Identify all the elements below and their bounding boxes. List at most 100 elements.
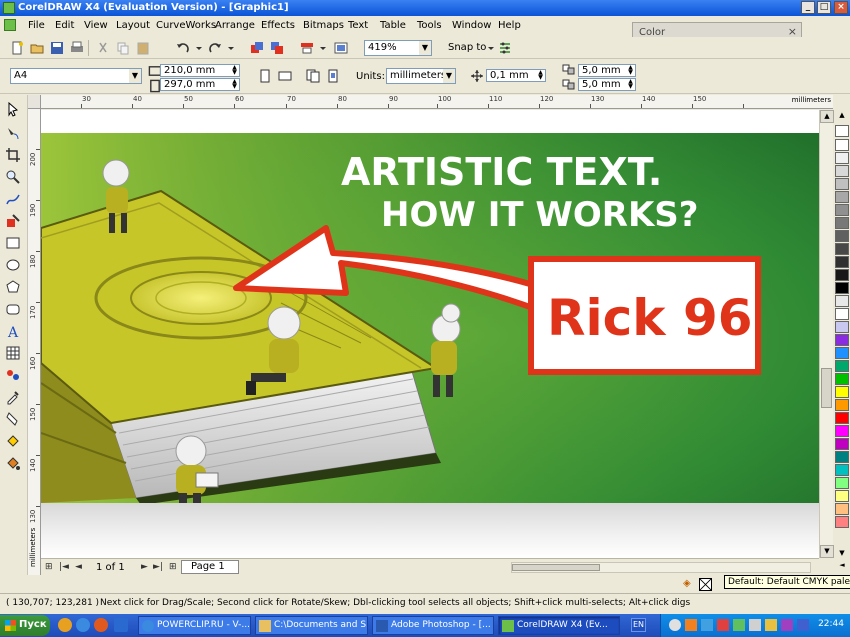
polygon-tool-icon[interactable] <box>5 279 21 295</box>
units-combo[interactable]: millimeters ▼ <box>386 68 456 84</box>
options-icon[interactable] <box>498 41 512 55</box>
current-page-icon[interactable] <box>326 69 340 83</box>
portrait-icon[interactable] <box>258 69 272 83</box>
quicklaunch-icon[interactable] <box>58 618 72 632</box>
palette-swatch[interactable] <box>835 282 849 294</box>
redo-dropdown-icon[interactable] <box>224 41 234 55</box>
task-powerclip[interactable]: POWERCLIP.RU - V-... <box>138 616 251 635</box>
palette-swatch[interactable] <box>835 256 849 268</box>
menu-layout[interactable]: Layout <box>116 20 150 31</box>
print-icon[interactable] <box>70 41 84 55</box>
signature-text[interactable]: Rick 96 <box>547 289 753 347</box>
page-tab[interactable]: Page 1 <box>181 560 239 574</box>
fill-color-indicator[interactable] <box>699 578 712 591</box>
duplicate-y-field[interactable]: 5,0 mm ▲ ▼ <box>578 78 636 91</box>
redo-icon[interactable] <box>208 41 222 55</box>
palette-swatch[interactable] <box>835 295 849 307</box>
palette-swatch[interactable] <box>835 152 849 164</box>
shape-tool-icon[interactable] <box>5 125 21 141</box>
no-color-swatch[interactable] <box>835 125 849 137</box>
tray-icon[interactable] <box>765 619 777 631</box>
next-page-icon[interactable]: ► <box>141 562 148 572</box>
language-indicator[interactable]: EN <box>631 618 646 632</box>
tray-icon[interactable] <box>717 619 729 631</box>
palette-swatch[interactable] <box>835 373 849 385</box>
menu-window[interactable]: Window <box>452 20 491 31</box>
previous-page-icon[interactable]: ◄ <box>75 562 82 572</box>
interactive-blend-tool-icon[interactable] <box>5 367 21 383</box>
spinner-icon[interactable]: ▲ ▼ <box>536 70 545 81</box>
tray-icon[interactable] <box>685 619 697 631</box>
basic-shapes-tool-icon[interactable] <box>5 301 21 317</box>
snap-to-label[interactable]: Snap to <box>448 42 486 53</box>
task-photoshop[interactable]: Adobe Photoshop - [... <box>372 616 494 635</box>
palette-swatch[interactable] <box>835 516 849 528</box>
chevron-down-icon[interactable]: ▼ <box>443 69 455 83</box>
ellipse-tool-icon[interactable] <box>5 257 21 273</box>
last-page-icon[interactable]: ►| <box>153 562 163 572</box>
landscape-icon[interactable] <box>278 69 292 83</box>
drawing-canvas[interactable]: ARTISTIC TEXT. HOW IT WORKS? Rick 96 <box>41 110 819 558</box>
new-document-icon[interactable] <box>10 41 24 55</box>
document-icon[interactable] <box>4 19 16 31</box>
eyedropper-tool-icon[interactable] <box>5 389 21 405</box>
menu-text[interactable]: Text <box>348 20 368 31</box>
coreldraw-app-icon[interactable] <box>3 2 15 14</box>
tray-icon[interactable] <box>669 619 681 631</box>
scroll-thumb[interactable] <box>821 368 832 408</box>
rectangle-tool-icon[interactable] <box>5 235 21 251</box>
palette-swatch[interactable] <box>835 321 849 333</box>
fill-tool-icon[interactable] <box>5 433 21 449</box>
palette-scroll-up-icon[interactable]: ▲ <box>835 111 849 123</box>
open-icon[interactable] <box>30 41 44 55</box>
task-coreldraw[interactable]: CorelDRAW X4 (Ev... <box>498 616 620 635</box>
welcome-screen-icon[interactable] <box>334 41 348 55</box>
freehand-tool-icon[interactable] <box>5 191 21 207</box>
palette-swatch[interactable] <box>835 451 849 463</box>
snap-dropdown-icon[interactable] <box>484 41 494 55</box>
maximize-button[interactable]: □ <box>817 1 831 14</box>
palette-swatch[interactable] <box>835 230 849 242</box>
palette-swatch[interactable] <box>835 464 849 476</box>
horizontal-scrollbar[interactable] <box>511 562 811 573</box>
palette-swatch[interactable] <box>835 399 849 411</box>
menu-tools[interactable]: Tools <box>417 20 442 31</box>
palette-expand-icon[interactable]: ◄ <box>835 561 849 573</box>
menu-edit[interactable]: Edit <box>55 20 74 31</box>
cut-icon[interactable] <box>96 41 110 55</box>
spinner-icon[interactable]: ▲ ▼ <box>626 79 635 90</box>
outline-tool-icon[interactable] <box>5 411 21 427</box>
menu-effects[interactable]: Effects <box>261 20 295 31</box>
palette-swatch[interactable] <box>835 243 849 255</box>
first-page-icon[interactable]: |◄ <box>59 562 69 572</box>
chevron-down-icon[interactable]: ▼ <box>129 69 141 83</box>
palette-swatch[interactable] <box>835 412 849 424</box>
palette-scroll-down-icon[interactable]: ▼ <box>835 549 849 561</box>
network-icon[interactable] <box>797 619 809 631</box>
start-button[interactable]: Пуск <box>0 615 50 636</box>
vertical-ruler[interactable]: 200 190 180 170 160 150 140 130 millimet… <box>28 109 41 575</box>
menu-help[interactable]: Help <box>498 20 521 31</box>
add-page-icon[interactable]: ⊞ <box>45 562 53 572</box>
paste-icon[interactable] <box>136 41 150 55</box>
zoom-tool-icon[interactable] <box>5 169 21 185</box>
tray-icon[interactable] <box>781 619 793 631</box>
artwork-bitmap[interactable]: ARTISTIC TEXT. HOW IT WORKS? Rick 96 <box>41 133 819 503</box>
add-page-after-icon[interactable]: ⊞ <box>169 562 177 572</box>
firefox-icon[interactable] <box>94 618 108 632</box>
text-tool-icon[interactable]: A <box>5 323 21 339</box>
spinner-icon[interactable]: ▲ ▼ <box>230 79 239 90</box>
palette-swatch[interactable] <box>835 334 849 346</box>
menu-table[interactable]: Table <box>380 20 406 31</box>
close-button[interactable]: × <box>834 1 848 14</box>
task-explorer[interactable]: C:\Documents and S... <box>255 616 368 635</box>
copy-icon[interactable] <box>116 41 130 55</box>
palette-swatch[interactable] <box>835 269 849 281</box>
interactive-fill-tool-icon[interactable] <box>5 455 21 471</box>
palette-swatch[interactable] <box>835 308 849 320</box>
tray-icon[interactable] <box>733 619 745 631</box>
vertical-scrollbar[interactable]: ▲ ▼ <box>819 110 834 558</box>
table-tool-icon[interactable] <box>5 345 21 361</box>
palette-swatch[interactable] <box>835 438 849 450</box>
menu-curveworks[interactable]: CurveWorks <box>156 20 216 31</box>
